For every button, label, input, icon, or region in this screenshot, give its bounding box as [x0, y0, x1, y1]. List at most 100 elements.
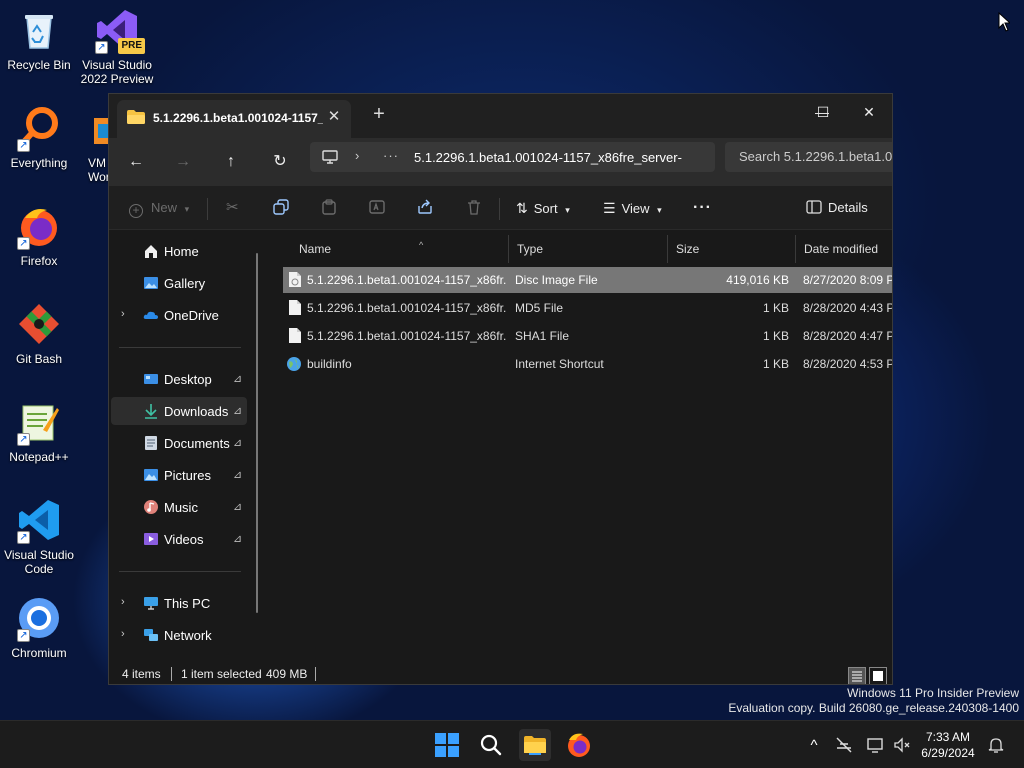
clock-date: 6/29/2024	[921, 746, 975, 760]
download-arrow-icon	[145, 404, 157, 419]
copy-button[interactable]	[273, 186, 289, 230]
taskbar-clock[interactable]: 7:33 AM 6/29/2024	[918, 729, 978, 761]
music-icon	[144, 500, 158, 514]
back-button[interactable]: ←	[122, 148, 150, 176]
nav-item-onedrive[interactable]: › OneDrive	[111, 301, 247, 329]
desktop-icon-visual-studio-2022-preview[interactable]: PRE ↗ Visual Studio 2022 Preview	[78, 8, 156, 86]
pin-icon: ⊿	[233, 437, 243, 449]
nav-item-gallery[interactable]: Gallery	[111, 269, 247, 297]
sort-ascending-icon: ^	[419, 240, 424, 250]
file-name: 5.1.2296.1.beta1.001024-1157_x86fr...	[307, 301, 507, 315]
up-button[interactable]: ↑	[217, 148, 245, 176]
tiles-view-button[interactable]	[869, 667, 887, 684]
paste-button[interactable]	[321, 186, 337, 230]
nav-item-network[interactable]: › Network	[111, 621, 247, 649]
desktop-icon-chromium[interactable]: ↗ Chromium	[0, 596, 78, 660]
pin-icon: ⊿	[233, 469, 243, 481]
more-options-button[interactable]: ···	[693, 186, 712, 230]
tab-title: 5.1.2296.1.beta1.001024-1157_x	[153, 111, 323, 125]
refresh-button[interactable]: ↻	[266, 148, 294, 176]
desktop-icon-label: Recycle Bin	[7, 58, 71, 72]
firefox-taskbar-button[interactable]	[563, 729, 595, 761]
evaluation-watermark-line1: Windows 11 Pro Insider Preview	[847, 686, 1019, 700]
pin-icon: ⊿	[233, 533, 243, 545]
file-name: 5.1.2296.1.beta1.001024-1157_x86fr...	[307, 273, 507, 287]
start-button[interactable]	[431, 729, 463, 761]
address-path-box[interactable]: › ··· 5.1.2296.1.beta1.001024-1157_x86fr…	[310, 142, 715, 172]
tab-close-button[interactable]: ✕	[325, 108, 343, 126]
sort-button[interactable]: ⇅ Sort ▾	[516, 186, 570, 230]
nav-item-downloads[interactable]: Downloads ⊿	[111, 397, 247, 425]
chevron-right-icon[interactable]: ›	[121, 308, 125, 320]
nav-item-label: Network	[164, 628, 212, 643]
file-row[interactable]: buildinfo Internet Shortcut 1 KB 8/28/20…	[283, 351, 892, 377]
file-row[interactable]: 5.1.2296.1.beta1.001024-1157_x86fr... MD…	[283, 295, 892, 321]
display-tray-icon[interactable]	[866, 735, 886, 755]
explorer-tab[interactable]: 5.1.2296.1.beta1.001024-1157_x ✕	[117, 100, 351, 138]
chevron-right-icon[interactable]: ›	[121, 628, 125, 640]
volume-muted-tray-icon[interactable]	[892, 735, 912, 755]
maximize-button[interactable]: ☐	[800, 98, 846, 126]
search-input[interactable]: Search 5.1.2296.1.beta1.0	[725, 142, 892, 172]
desktop-icon-everything[interactable]: ↗ Everything	[0, 106, 78, 170]
visual-studio-preview-icon: PRE ↗	[95, 8, 145, 54]
nav-pane-scrollbar[interactable]	[256, 253, 258, 613]
view-button[interactable]: ☰ View ▾	[603, 186, 662, 230]
notifications-tray-icon[interactable]	[986, 735, 1006, 755]
share-button[interactable]	[417, 186, 433, 230]
breadcrumb-chevron-icon[interactable]: ›	[355, 148, 359, 163]
sort-icon: ⇅	[516, 200, 528, 216]
rename-icon	[369, 200, 385, 214]
nav-item-music[interactable]: Music ⊿	[111, 493, 247, 521]
share-icon	[418, 199, 432, 214]
column-header-size[interactable]: Size	[667, 235, 795, 263]
nav-item-desktop[interactable]: Desktop ⊿	[111, 365, 247, 393]
column-header-name[interactable]: Name ^	[291, 235, 509, 263]
delete-button[interactable]	[466, 186, 482, 230]
desktop-icon-notepad-plus-plus[interactable]: ↗ Notepad++	[0, 400, 78, 464]
cut-button[interactable]: ✂	[226, 186, 239, 230]
shortcut-arrow-icon: ↗	[17, 139, 30, 152]
nav-item-videos[interactable]: Videos ⊿	[111, 525, 247, 553]
new-button[interactable]: + New ▾	[129, 186, 189, 230]
search-button[interactable]	[475, 729, 507, 761]
close-window-button[interactable]: ✕	[846, 98, 892, 126]
details-pane-button[interactable]: Details	[806, 186, 868, 230]
desktop-icon-git-bash[interactable]: Git Bash	[0, 302, 78, 366]
monitor-icon	[322, 150, 338, 164]
desktop-icon-visual-studio-code[interactable]: ↗ Visual Studio Code	[0, 498, 78, 576]
status-separator	[315, 667, 316, 681]
nav-item-this-pc[interactable]: › This PC	[111, 589, 247, 617]
forward-button[interactable]: →	[169, 148, 197, 176]
tray-overflow-chevron[interactable]: ^	[804, 735, 824, 755]
file-row[interactable]: 5.1.2296.1.beta1.001024-1157_x86fr... SH…	[283, 323, 892, 349]
pictures-icon	[144, 469, 158, 481]
clock-time: 7:33 AM	[925, 730, 971, 744]
column-header-type[interactable]: Type	[508, 235, 668, 263]
nav-item-documents[interactable]: Documents ⊿	[111, 429, 247, 457]
new-tab-button[interactable]: +	[369, 104, 389, 125]
column-header-label: Date modified	[804, 242, 879, 256]
shortcut-arrow-icon: ↗	[17, 237, 30, 250]
navigation-pane: Home Gallery › OneDrive Desktop ⊿ Downlo…	[109, 231, 267, 662]
desktop-icon-recycle-bin[interactable]: Recycle Bin	[0, 8, 78, 72]
desktop-icon-vmware-partial[interactable]: VM Wor	[78, 106, 108, 184]
chevron-right-icon[interactable]: ›	[121, 596, 125, 608]
breadcrumb-overflow-button[interactable]: ···	[383, 148, 399, 163]
nav-item-label: OneDrive	[164, 308, 219, 323]
file-explorer-taskbar-button[interactable]	[519, 729, 551, 761]
desktop-icon-label: Visual Studio 2022 Preview	[80, 58, 154, 86]
bell-icon	[988, 738, 1004, 753]
breadcrumb-current-folder[interactable]: 5.1.2296.1.beta1.001024-1157_x86fre_serv…	[414, 150, 704, 165]
nav-item-pictures[interactable]: Pictures ⊿	[111, 461, 247, 489]
file-name: 5.1.2296.1.beta1.001024-1157_x86fr...	[307, 329, 507, 343]
rename-button[interactable]	[369, 186, 385, 230]
nav-item-home[interactable]: Home	[111, 237, 247, 265]
details-view-button[interactable]	[848, 667, 866, 684]
firefox-icon: ↗	[17, 204, 61, 250]
column-header-date-modified[interactable]: Date modified	[795, 235, 892, 263]
file-row[interactable]: 5.1.2296.1.beta1.001024-1157_x86fr... Di…	[283, 267, 892, 293]
details-pane-icon	[806, 200, 822, 214]
network-disconnected-tray-icon[interactable]	[834, 735, 854, 755]
desktop-icon-firefox[interactable]: ↗ Firefox	[0, 204, 78, 268]
